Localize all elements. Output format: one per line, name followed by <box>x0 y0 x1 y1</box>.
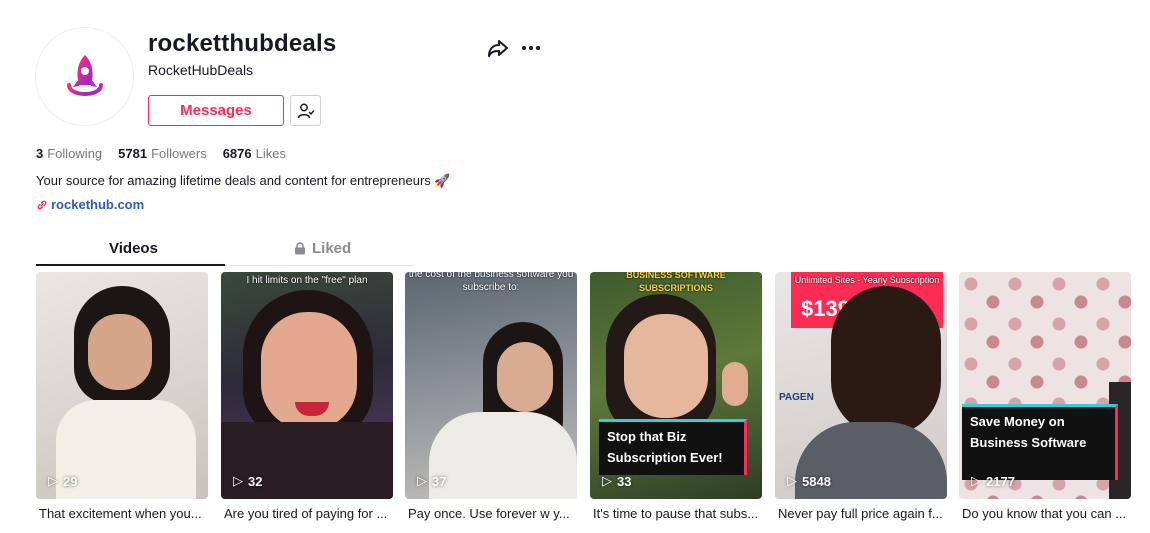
video-thumbnail-face <box>831 286 941 436</box>
video-card[interactable]: Save Money on Business Software ▷ 2177 <box>959 272 1131 499</box>
tab-liked[interactable]: Liked <box>294 240 351 257</box>
rocket-logo-icon <box>66 54 103 96</box>
video-brand-text: PAGEN <box>779 392 814 403</box>
video-caption[interactable]: Never pay full price again f... <box>778 506 950 521</box>
video-view-count: ▷ 32 <box>233 473 262 489</box>
play-icon: ▷ <box>971 473 981 488</box>
video-caption[interactable]: That excitement when you... <box>39 506 211 521</box>
followers-label: Followers <box>151 146 207 161</box>
likes-label: Likes <box>255 146 286 161</box>
video-thumbnail-hand <box>722 362 748 406</box>
video-view-count: ▷ 2177 <box>971 473 1015 489</box>
view-count-text: 33 <box>617 473 632 489</box>
video-thumbnail-face <box>624 314 708 418</box>
video-thumbnail-face <box>497 342 553 412</box>
tab-liked-label: Liked <box>312 240 352 257</box>
stat-followers[interactable]: 5781 Followers <box>118 146 207 161</box>
video-card[interactable]: Unlimited Sites - Yearly Subscription $1… <box>775 272 947 499</box>
play-icon: ▷ <box>417 473 427 488</box>
likes-count: 6876 <box>222 146 252 161</box>
tab-videos[interactable]: Videos <box>109 240 158 257</box>
active-tab-indicator <box>36 264 225 266</box>
video-caption[interactable]: Do you know that you can ... <box>962 506 1134 521</box>
play-icon: ▷ <box>48 473 58 488</box>
suggested-accounts-button[interactable] <box>290 95 321 126</box>
stat-likes: 6876 Likes <box>223 146 286 161</box>
video-thumbnail-shirt <box>429 412 577 499</box>
profile-avatar[interactable] <box>35 27 134 126</box>
video-card[interactable]: ▷ 29 <box>36 272 208 499</box>
share-icon <box>488 40 508 57</box>
view-count-text: 32 <box>248 473 263 489</box>
play-icon: ▷ <box>233 473 243 488</box>
profile-username: rocketthubdeals <box>148 30 337 57</box>
following-label: Following <box>47 146 103 161</box>
profile-stats: 3 Following 5781 Followers 6876 Likes <box>36 146 286 161</box>
profile-tabs: Videos Liked <box>36 236 414 266</box>
video-overlay-box: Save Money on Business Software <box>962 404 1118 480</box>
video-overlay-box: Stop that Biz Subscription Ever! <box>599 419 747 475</box>
profile-link-text: rockethub.com <box>51 197 145 212</box>
view-count-text: 29 <box>63 473 78 489</box>
followers-count: 5781 <box>118 146 148 161</box>
profile-nickname: RocketHubDeals <box>148 62 254 78</box>
following-count: 3 <box>36 146 44 161</box>
video-overlay-text: the cost of the business software you su… <box>408 272 574 293</box>
view-count-text: 2177 <box>986 473 1015 489</box>
video-view-count: ▷ 37 <box>417 473 446 489</box>
video-card[interactable]: I hit limits on the "free" plan ▷ 32 <box>221 272 393 499</box>
video-view-count: ▷ 29 <box>48 473 77 489</box>
user-check-icon <box>297 103 315 118</box>
more-dots-icon <box>522 46 540 50</box>
video-view-count: ▷ 33 <box>602 473 631 489</box>
video-card[interactable]: the cost of the business software you su… <box>405 272 577 499</box>
video-caption[interactable]: Pay once. Use forever w y... <box>408 506 580 521</box>
view-count-text: 37 <box>432 473 447 489</box>
share-button[interactable] <box>486 36 510 60</box>
play-icon: ▷ <box>602 473 612 488</box>
lock-icon <box>295 242 305 255</box>
messages-button[interactable]: Messages <box>148 95 284 126</box>
video-card[interactable]: BUSINESS SOFTWARE SUBSCRIPTIONS Stop tha… <box>590 272 762 499</box>
link-icon <box>37 200 47 209</box>
view-count-text: 5848 <box>802 473 831 489</box>
video-overlay-text: BUSINESS SOFTWARE SUBSCRIPTIONS <box>626 272 726 293</box>
play-icon: ▷ <box>787 473 797 488</box>
profile-link[interactable]: rockethub.com <box>36 197 144 212</box>
video-overlay-text: I hit limits on the "free" plan <box>246 275 368 286</box>
stat-following[interactable]: 3 Following <box>36 146 102 161</box>
video-thumbnail-face <box>88 314 152 390</box>
video-caption[interactable]: It's time to pause that subs... <box>593 506 765 521</box>
video-caption[interactable]: Are you tired of paying for ... <box>224 506 396 521</box>
video-overlay-text: Unlimited Sites - Yearly Subscription <box>794 275 940 285</box>
profile-bio: Your source for amazing lifetime deals a… <box>36 173 451 188</box>
more-options-button[interactable] <box>519 36 543 60</box>
video-view-count: ▷ 5848 <box>787 473 831 489</box>
